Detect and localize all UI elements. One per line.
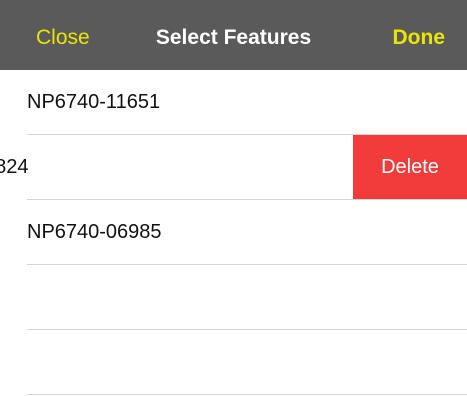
done-button[interactable]: Done	[393, 0, 446, 70]
delete-button[interactable]: Delete	[353, 135, 467, 199]
feature-label: NP6740-06985	[27, 221, 162, 243]
list-item[interactable]: NP6740-06985	[0, 200, 467, 265]
row-divider	[27, 394, 467, 395]
navigation-bar: Close Select Features Done	[0, 0, 467, 70]
list-item[interactable]: NP6740-11651	[0, 70, 467, 135]
feature-label: NP6740-06824	[0, 156, 29, 178]
feature-list: NP6740-11651 NP6740-06824 Delete NP6740-…	[0, 70, 467, 395]
feature-label: NP6740-11651	[27, 91, 161, 113]
list-item-swiped[interactable]: NP6740-06824 Delete	[0, 135, 467, 200]
list-item-empty	[0, 265, 467, 330]
list-item-empty	[0, 330, 467, 395]
select-features-screen: Close Select Features Done NP6740-11651 …	[0, 0, 467, 396]
